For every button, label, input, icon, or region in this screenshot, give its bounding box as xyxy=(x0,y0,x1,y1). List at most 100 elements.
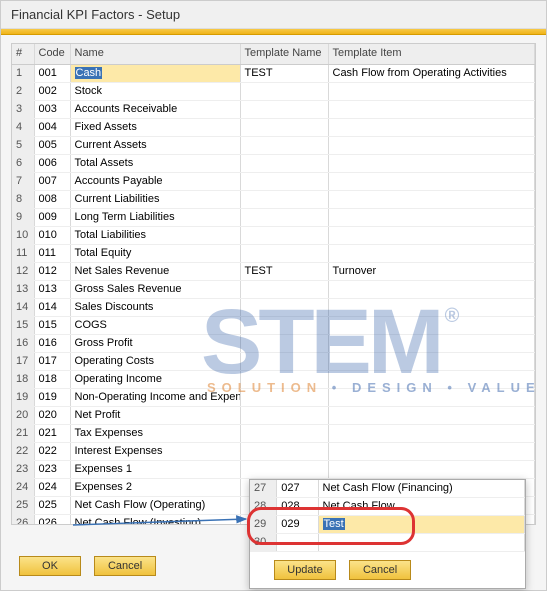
cell-name[interactable]: Tax Expenses xyxy=(70,424,240,442)
cell-code[interactable]: 028 xyxy=(277,498,318,516)
cell-template-item[interactable] xyxy=(328,244,535,262)
table-row[interactable]: 13013Gross Sales Revenue xyxy=(12,280,535,298)
cell-template-name[interactable] xyxy=(240,190,328,208)
cell-template-name[interactable] xyxy=(240,460,328,478)
cell-name[interactable]: Interest Expenses xyxy=(70,442,240,460)
cell-name[interactable]: Net Sales Revenue xyxy=(70,262,240,280)
table-row[interactable]: 22022Interest Expenses xyxy=(12,442,535,460)
cell-code[interactable]: 023 xyxy=(34,460,70,478)
cell-template-item[interactable] xyxy=(328,460,535,478)
popup-cancel-button[interactable]: Cancel xyxy=(349,560,411,580)
table-row[interactable]: 6006Total Assets xyxy=(12,154,535,172)
cell-template-name[interactable] xyxy=(240,154,328,172)
main-grid[interactable]: # Code Name Template Name Template Item … xyxy=(11,43,536,525)
table-row[interactable]: 3003Accounts Receivable xyxy=(12,100,535,118)
cell-code[interactable]: 006 xyxy=(34,154,70,172)
cell-name[interactable]: Stock xyxy=(70,82,240,100)
table-row[interactable]: 8008Current Liabilities xyxy=(12,190,535,208)
cell-name[interactable]: Test xyxy=(318,516,525,534)
cell-name[interactable]: Total Assets xyxy=(70,154,240,172)
col-header-code[interactable]: Code xyxy=(34,44,70,64)
cell-name[interactable]: Operating Costs xyxy=(70,352,240,370)
table-row[interactable]: 9009Long Term Liabilities xyxy=(12,208,535,226)
cell-name[interactable]: Total Equity xyxy=(70,244,240,262)
table-row[interactable]: 17017Operating Costs xyxy=(12,352,535,370)
cell-template-item[interactable] xyxy=(328,280,535,298)
cell-code[interactable]: 016 xyxy=(34,334,70,352)
edit-popup[interactable]: 27027Net Cash Flow (Financing)28028Net C… xyxy=(249,479,526,589)
col-header-num[interactable]: # xyxy=(12,44,34,64)
cell-name[interactable]: Expenses 1 xyxy=(70,460,240,478)
cell-template-item[interactable] xyxy=(328,100,535,118)
cell-code[interactable]: 011 xyxy=(34,244,70,262)
cell-template-name[interactable] xyxy=(240,136,328,154)
cell-template-item[interactable] xyxy=(328,424,535,442)
cell-code[interactable]: 009 xyxy=(34,208,70,226)
cell-template-item[interactable] xyxy=(328,442,535,460)
cell-name[interactable]: Accounts Payable xyxy=(70,172,240,190)
cell-name[interactable]: Net Cash Flow (Investing) xyxy=(70,514,240,525)
cell-name[interactable]: Net Profit xyxy=(70,406,240,424)
ok-button[interactable]: OK xyxy=(19,556,81,576)
col-header-template-name[interactable]: Template Name xyxy=(240,44,328,64)
cell-code[interactable]: 001 xyxy=(34,64,70,82)
cell-code[interactable]: 021 xyxy=(34,424,70,442)
cell-code[interactable]: 005 xyxy=(34,136,70,154)
cell-template-name[interactable] xyxy=(240,244,328,262)
cell-code[interactable]: 013 xyxy=(34,280,70,298)
cell-template-name[interactable] xyxy=(240,82,328,100)
col-header-name[interactable]: Name xyxy=(70,44,240,64)
cell-template-name[interactable] xyxy=(240,406,328,424)
cell-template-item[interactable] xyxy=(328,226,535,244)
cell-name[interactable]: Non-Operating Income and Expenses xyxy=(70,388,240,406)
update-button[interactable]: Update xyxy=(274,560,336,580)
cell-template-item[interactable] xyxy=(328,352,535,370)
table-row[interactable]: 29029Test xyxy=(250,516,525,534)
cell-name[interactable]: Gross Sales Revenue xyxy=(70,280,240,298)
cell-name[interactable]: Net Cash Flow (Operating) xyxy=(70,496,240,514)
cell-code[interactable]: 027 xyxy=(277,480,318,498)
cell-template-name[interactable]: TEST xyxy=(240,262,328,280)
cell-name[interactable]: Gross Profit xyxy=(70,334,240,352)
cell-template-name[interactable] xyxy=(240,352,328,370)
cell-name[interactable]: Sales Discounts xyxy=(70,298,240,316)
cell-name[interactable]: Long Term Liabilities xyxy=(70,208,240,226)
cell-template-item[interactable] xyxy=(328,82,535,100)
cell-template-item[interactable] xyxy=(328,208,535,226)
cell-template-name[interactable] xyxy=(240,388,328,406)
cell-name[interactable] xyxy=(318,534,525,552)
cell-code[interactable]: 003 xyxy=(34,100,70,118)
cell-template-name[interactable] xyxy=(240,172,328,190)
cell-name[interactable]: COGS xyxy=(70,316,240,334)
cell-template-item[interactable] xyxy=(328,316,535,334)
table-row[interactable]: 20020Net Profit xyxy=(12,406,535,424)
cell-template-item[interactable] xyxy=(328,406,535,424)
cell-template-name[interactable] xyxy=(240,316,328,334)
cell-code[interactable]: 018 xyxy=(34,370,70,388)
cell-code[interactable]: 002 xyxy=(34,82,70,100)
cell-code[interactable]: 022 xyxy=(34,442,70,460)
cell-code[interactable]: 024 xyxy=(34,478,70,496)
cell-name[interactable]: Net Cash Flow xyxy=(318,498,525,516)
cell-code[interactable]: 015 xyxy=(34,316,70,334)
table-row[interactable]: 23023Expenses 1 xyxy=(12,460,535,478)
cell-name[interactable]: Net Cash Flow (Financing) xyxy=(318,480,525,498)
cell-template-name[interactable] xyxy=(240,226,328,244)
table-row[interactable]: 14014Sales Discounts xyxy=(12,298,535,316)
table-row[interactable]: 16016Gross Profit xyxy=(12,334,535,352)
cell-template-item[interactable] xyxy=(328,388,535,406)
table-row[interactable]: 11011Total Equity xyxy=(12,244,535,262)
cell-template-name[interactable] xyxy=(240,118,328,136)
cell-name[interactable]: Current Liabilities xyxy=(70,190,240,208)
col-header-template-item[interactable]: Template Item xyxy=(328,44,535,64)
cell-template-item[interactable] xyxy=(328,154,535,172)
cell-code[interactable]: 010 xyxy=(34,226,70,244)
cell-template-item[interactable] xyxy=(328,298,535,316)
table-row[interactable]: 5005Current Assets xyxy=(12,136,535,154)
cell-template-item[interactable] xyxy=(328,190,535,208)
table-row[interactable]: 28028Net Cash Flow xyxy=(250,498,525,516)
cell-code[interactable]: 012 xyxy=(34,262,70,280)
table-row[interactable]: 15015COGS xyxy=(12,316,535,334)
table-row[interactable]: 21021Tax Expenses xyxy=(12,424,535,442)
table-row[interactable]: 19019Non-Operating Income and Expenses xyxy=(12,388,535,406)
